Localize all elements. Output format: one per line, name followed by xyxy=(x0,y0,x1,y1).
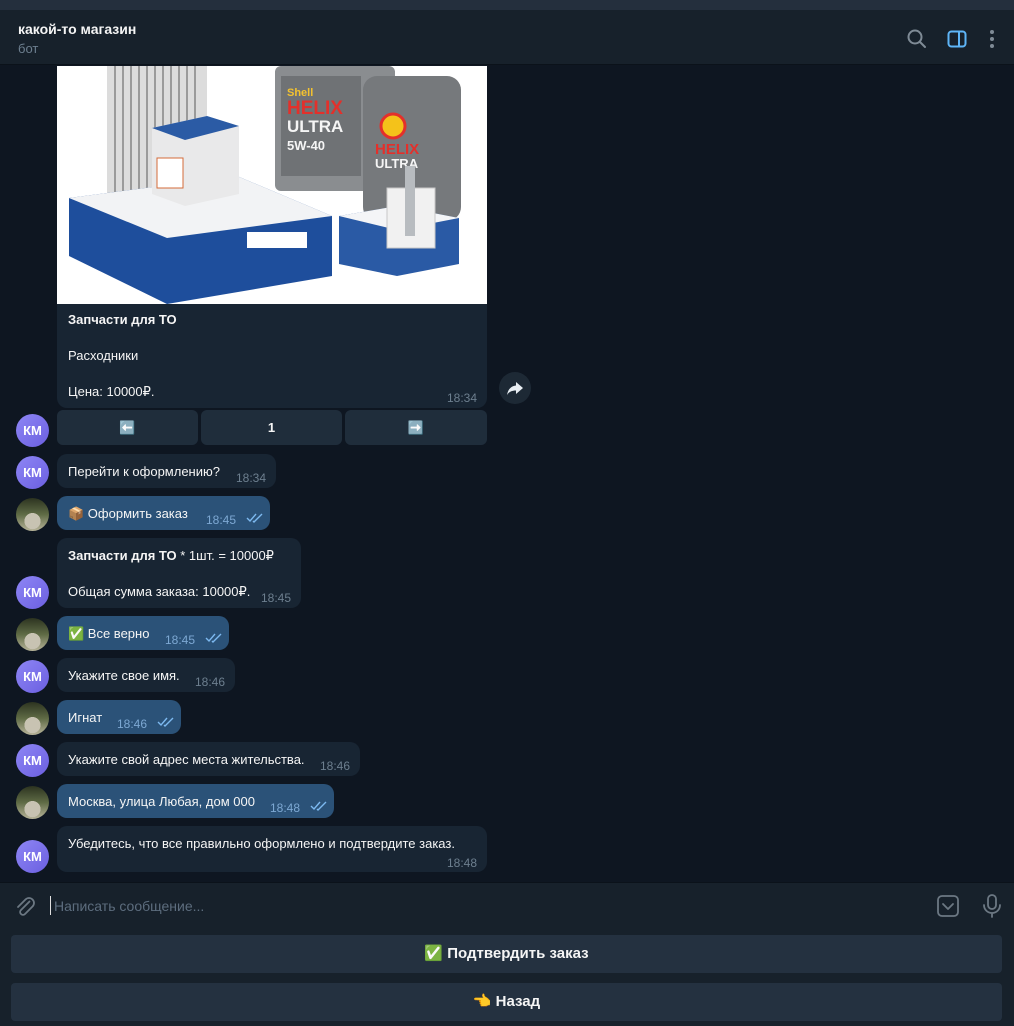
svg-text:5W-40: 5W-40 xyxy=(287,138,325,153)
avatar[interactable]: КМ xyxy=(16,840,49,873)
message-text: Москва, улица Любая, дом 000 xyxy=(68,794,255,809)
svg-text:ULTRA: ULTRA xyxy=(287,117,343,136)
message-time: 18:48 xyxy=(270,801,301,815)
double-check-icon xyxy=(205,633,222,643)
outgoing-message[interactable]: Москва, улица Любая, дом 000 18:48 xyxy=(57,784,334,818)
message-time: 18:46 xyxy=(117,717,148,731)
message-composer[interactable]: Написать сообщение... xyxy=(0,882,1014,928)
outgoing-message[interactable]: ✅ Все верно 18:45 xyxy=(57,616,229,650)
message-input[interactable]: Написать сообщение... xyxy=(54,898,204,914)
reply-keyboard: ✅ Подтвердить заказ 👈 Назад xyxy=(0,928,1014,1026)
incoming-message[interactable]: Перейти к оформлению? 18:34 xyxy=(57,454,276,488)
double-check-icon xyxy=(157,717,174,727)
message-text: 📦 Оформить заказ xyxy=(68,506,188,521)
chat-subtitle: бот xyxy=(18,41,39,56)
message-text: Игнат xyxy=(68,710,103,725)
prev-page-button[interactable]: ⬅️ xyxy=(57,410,198,445)
svg-text:HELIX: HELIX xyxy=(287,98,343,119)
order-total: Общая сумма заказа: 10000₽. xyxy=(68,584,251,599)
message-time: 18:48 xyxy=(447,856,478,870)
more-icon[interactable] xyxy=(981,28,1003,50)
back-button[interactable]: 👈 Назад xyxy=(11,983,1002,1021)
attach-icon[interactable] xyxy=(13,895,37,919)
incoming-message[interactable]: Укажите свой адрес места жительства. 18:… xyxy=(57,742,360,776)
product-image[interactable]: Shell HELIX ULTRA 5W-40 HELIX ULTRA xyxy=(57,66,487,304)
microphone-icon[interactable] xyxy=(980,893,1004,919)
search-icon[interactable] xyxy=(906,28,928,50)
window-top-strip xyxy=(0,0,1014,10)
page-number-button[interactable]: 1 xyxy=(201,410,342,445)
user-avatar[interactable] xyxy=(16,702,49,735)
incoming-message[interactable]: Укажите свое имя. 18:46 xyxy=(57,658,235,692)
product-card[interactable]: Shell HELIX ULTRA 5W-40 HELIX ULTRA Запч… xyxy=(57,66,487,408)
message-time: 18:45 xyxy=(206,513,237,527)
message-time: 18:34 xyxy=(236,471,267,485)
next-page-button[interactable]: ➡️ xyxy=(345,410,487,445)
chat-title[interactable]: какой-то магазин xyxy=(18,21,136,37)
message-time: 18:46 xyxy=(195,675,226,689)
product-price: Цена: 10000₽. xyxy=(68,384,155,399)
product-category: Расходники xyxy=(68,348,139,363)
user-avatar[interactable] xyxy=(16,498,49,531)
outgoing-message[interactable]: 📦 Оформить заказ 18:45 xyxy=(57,496,270,530)
bot-keyboard-icon[interactable] xyxy=(936,894,960,918)
message-time: 18:46 xyxy=(320,759,351,773)
text-caret xyxy=(50,896,51,915)
message-time: 18:34 xyxy=(447,391,478,405)
message-text: Укажите свое имя. xyxy=(68,668,180,683)
message-time: 18:45 xyxy=(165,633,196,647)
incoming-message[interactable]: Запчасти для ТО * 1шт. = 10000₽ Общая су… xyxy=(57,538,301,608)
order-item-name: Запчасти для ТО xyxy=(68,548,177,563)
message-text: Укажите свой адрес места жительства. xyxy=(68,752,305,767)
chat-header[interactable]: какой-то магазин бот xyxy=(0,10,1014,65)
double-check-icon xyxy=(246,513,263,523)
message-text: Перейти к оформлению? xyxy=(68,464,220,479)
sidebar-toggle-icon[interactable] xyxy=(946,28,968,50)
product-name: Запчасти для ТО xyxy=(68,312,177,327)
avatar[interactable]: КМ xyxy=(16,744,49,777)
message-list[interactable]: Shell HELIX ULTRA 5W-40 HELIX ULTRA Запч… xyxy=(0,66,1014,882)
order-item-qty: * 1шт. = 10000₽ xyxy=(176,548,274,563)
avatar[interactable]: КМ xyxy=(16,414,49,447)
user-avatar[interactable] xyxy=(16,618,49,651)
message-time: 18:45 xyxy=(261,591,292,605)
avatar[interactable]: КМ xyxy=(16,660,49,693)
order-line: Запчасти для ТО * 1шт. = 10000₽ xyxy=(68,547,274,565)
avatar[interactable]: КМ xyxy=(16,456,49,489)
message-text: Убедитесь, что все правильно оформлено и… xyxy=(68,836,455,851)
product-photo: Shell HELIX ULTRA 5W-40 HELIX ULTRA xyxy=(57,66,487,304)
message-text: ✅ Все верно xyxy=(68,626,150,641)
user-avatar[interactable] xyxy=(16,786,49,819)
double-check-icon xyxy=(310,801,327,811)
outgoing-message[interactable]: Игнат 18:46 xyxy=(57,700,181,734)
share-icon xyxy=(507,382,523,395)
share-button[interactable] xyxy=(499,372,531,404)
confirm-order-button[interactable]: ✅ Подтвердить заказ xyxy=(11,935,1002,973)
avatar[interactable]: КМ xyxy=(16,576,49,609)
incoming-message[interactable]: Убедитесь, что все правильно оформлено и… xyxy=(57,826,487,872)
